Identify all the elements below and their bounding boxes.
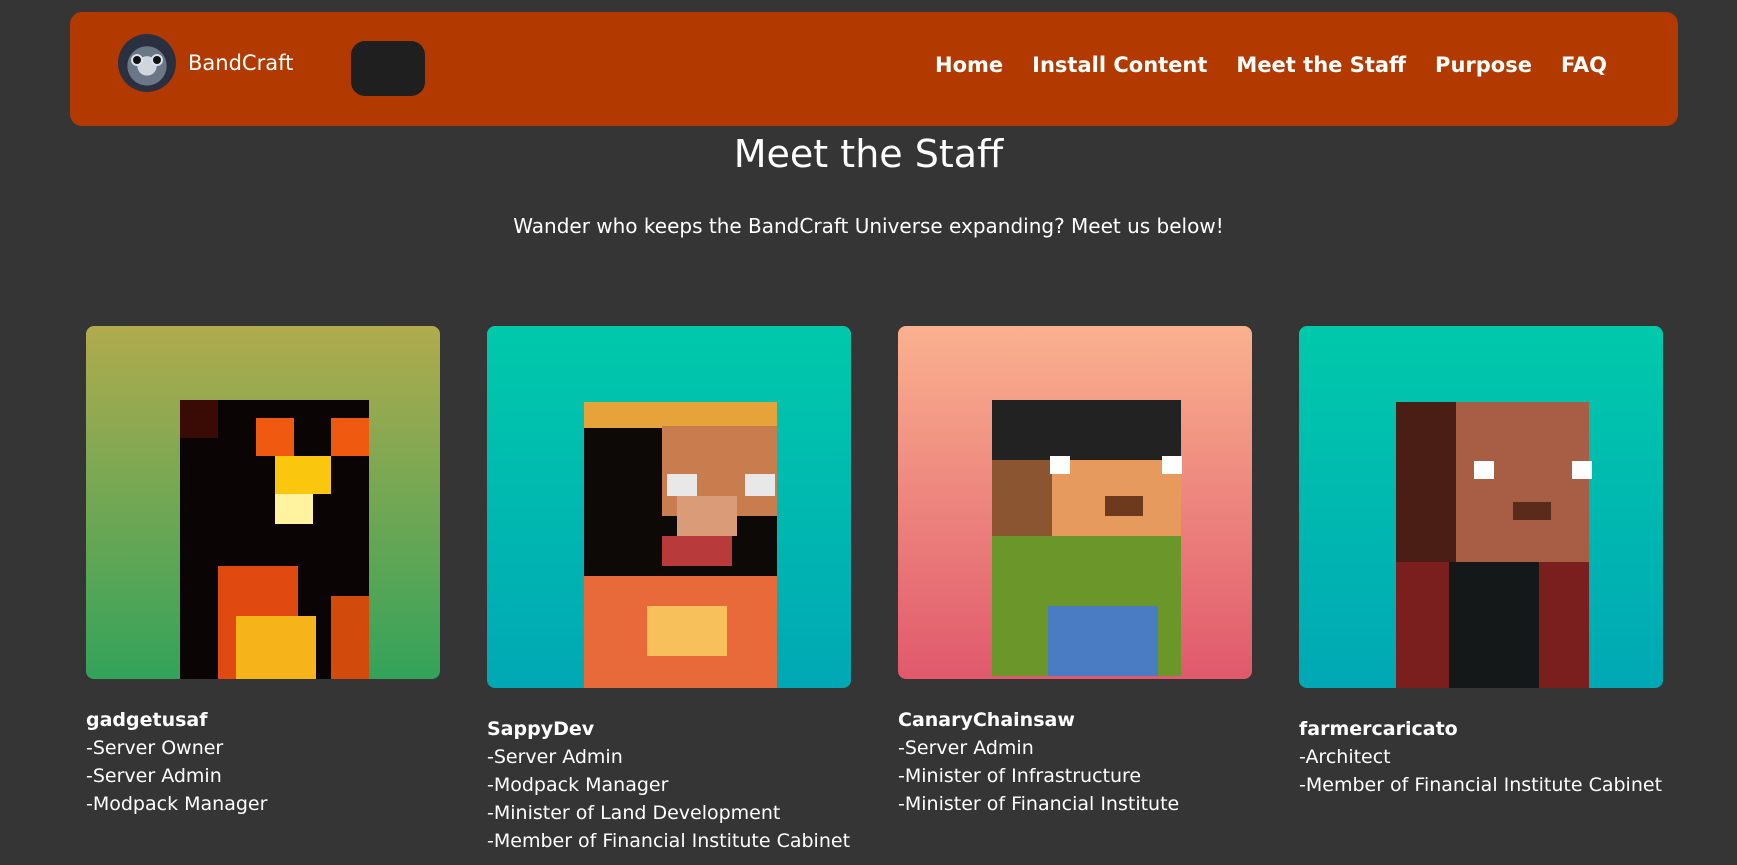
staff-info: SappyDev -Server Admin -Modpack Manager … <box>487 715 850 855</box>
staff-info: CanaryChainsaw -Server Admin -Minister o… <box>898 706 1179 818</box>
pixel-avatar-icon <box>1299 326 1663 688</box>
nav-meet-the-staff[interactable]: Meet the Staff <box>1236 53 1406 77</box>
brand-link[interactable]: BandCraft <box>118 34 293 92</box>
nav-install-content[interactable]: Install Content <box>1032 53 1207 77</box>
staff-role: -Modpack Manager <box>86 793 268 815</box>
staff-info: farmercaricato -Architect -Member of Fin… <box>1299 715 1662 799</box>
navbar: BandCraft Home Install Content Meet the … <box>70 12 1678 126</box>
page-title: Meet the Staff <box>733 132 1004 176</box>
pixel-avatar-icon <box>898 326 1252 679</box>
staff-name: CanaryChainsaw <box>898 709 1075 731</box>
pixel-avatar-icon <box>86 326 440 679</box>
staff-picture <box>86 326 440 679</box>
staff-role: -Server Owner <box>86 737 224 759</box>
staff-name: SappyDev <box>487 718 595 740</box>
staff-name: farmercaricato <box>1299 718 1458 740</box>
theme-toggle-button[interactable] <box>351 41 425 96</box>
raccoon-logo-icon <box>118 34 176 92</box>
staff-role: -Architect <box>1299 746 1391 768</box>
staff-info: gadgetusaf -Server Owner -Server Admin -… <box>86 706 267 818</box>
staff-role: -Minister of Infrastructure <box>898 765 1142 787</box>
nav-links: Home Install Content Meet the Staff Purp… <box>935 53 1607 77</box>
staff-role: -Member of Financial Institute Cabinet <box>1299 774 1663 796</box>
brand-name: BandCraft <box>188 51 294 75</box>
staff-role: -Minister of Financial Institute <box>898 793 1180 815</box>
staff-name: gadgetusaf <box>86 709 208 731</box>
staff-role: -Server Admin <box>898 737 1034 759</box>
staff-picture <box>898 326 1252 679</box>
staff-role: -Minister of Land Development <box>487 802 781 824</box>
staff-picture <box>1299 326 1663 688</box>
page-subtitle: Wander who keeps the BandCraft Universe … <box>513 214 1224 238</box>
staff-role: -Member of Financial Institute Cabinet <box>487 830 851 852</box>
pixel-avatar-icon <box>487 326 851 688</box>
staff-picture <box>487 326 851 688</box>
staff-role: -Modpack Manager <box>487 774 669 796</box>
nav-purpose[interactable]: Purpose <box>1435 53 1532 77</box>
staff-role: -Server Admin <box>86 765 222 787</box>
nav-faq[interactable]: FAQ <box>1561 53 1607 77</box>
staff-role: -Server Admin <box>487 746 623 768</box>
nav-home[interactable]: Home <box>935 53 1003 77</box>
